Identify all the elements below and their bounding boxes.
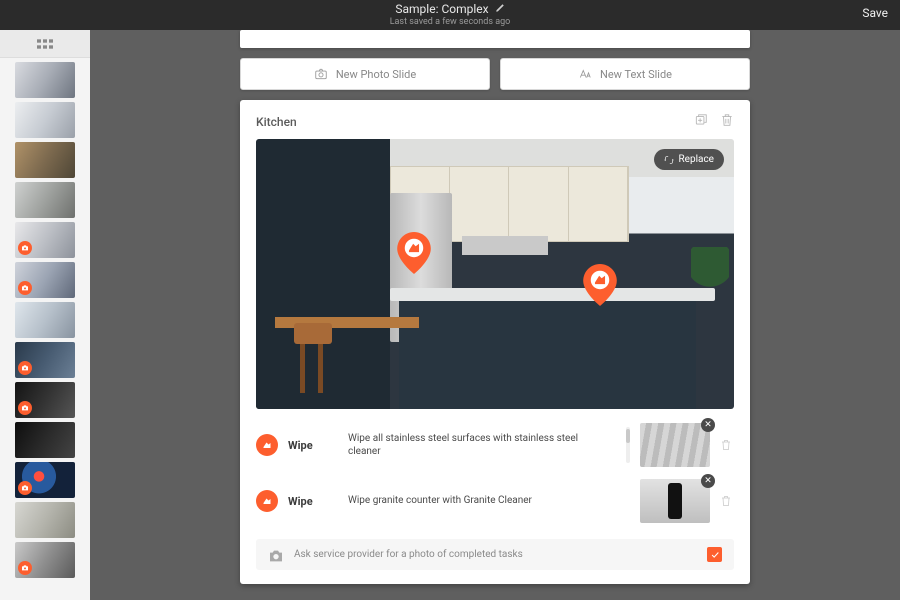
duplicate-slide-icon[interactable] — [694, 112, 708, 131]
scrollbar[interactable] — [626, 427, 630, 463]
pencil-icon[interactable] — [495, 2, 505, 16]
slide-title[interactable]: Kitchen — [256, 115, 297, 129]
thumbnail[interactable] — [15, 102, 75, 138]
replace-image-button[interactable]: Replace — [654, 149, 725, 170]
thumbnail[interactable] — [15, 342, 75, 378]
photo-request-label: Ask service provider for a photo of comp… — [294, 549, 697, 560]
replace-icon — [664, 155, 674, 165]
thumbnail[interactable] — [15, 462, 75, 498]
task-name: Wipe — [288, 439, 338, 452]
camera-badge-icon — [18, 481, 32, 495]
wipe-icon — [256, 434, 278, 456]
thumbnail-sidebar — [0, 30, 90, 600]
new-photo-slide-button[interactable]: New Photo Slide — [240, 58, 490, 90]
thumbnail[interactable] — [15, 382, 75, 418]
thumbnail-list — [7, 58, 83, 600]
task-row: Wipe Wipe granite counter with Granite Cl… — [256, 479, 734, 523]
camera-badge-icon — [18, 561, 32, 575]
remove-thumbnail-icon[interactable]: ✕ — [701, 418, 715, 432]
thumbnail[interactable] — [15, 302, 75, 338]
text-icon — [578, 67, 592, 81]
camera-badge-icon — [18, 241, 32, 255]
thumbnail[interactable] — [15, 422, 75, 458]
task-pin[interactable] — [583, 264, 617, 306]
camera-badge-icon — [18, 361, 32, 375]
slide-hero-image[interactable]: Replace — [256, 139, 734, 409]
task-name: Wipe — [288, 495, 338, 508]
previous-slide-peek — [240, 30, 750, 48]
editor-canvas: New Photo Slide New Text Slide Kitchen — [90, 30, 900, 600]
remove-thumbnail-icon[interactable]: ✕ — [701, 474, 715, 488]
wipe-icon — [256, 490, 278, 512]
task-thumbnail[interactable]: ✕ — [640, 423, 710, 467]
delete-task-icon[interactable] — [720, 436, 734, 455]
camera-icon — [268, 548, 284, 562]
save-status: Last saved a few seconds ago — [390, 17, 511, 28]
camera-icon — [314, 67, 328, 81]
slide-card: Kitchen — [240, 100, 750, 584]
task-row: Wipe Wipe all stainless steel surfaces wi… — [256, 423, 734, 467]
task-thumbnail[interactable]: ✕ — [640, 479, 710, 523]
new-text-slide-button[interactable]: New Text Slide — [500, 58, 750, 90]
thumbnail[interactable] — [15, 62, 75, 98]
document-title: Sample: Complex — [395, 2, 488, 16]
top-bar: Sample: Complex Last saved a few seconds… — [0, 0, 900, 30]
task-pin[interactable] — [397, 232, 431, 274]
thumbnail[interactable] — [15, 142, 75, 178]
task-list: Wipe Wipe all stainless steel surfaces wi… — [256, 423, 734, 523]
photo-request-row: Ask service provider for a photo of comp… — [256, 539, 734, 570]
thumbnail[interactable] — [15, 502, 75, 538]
main-area: New Photo Slide New Text Slide Kitchen — [0, 30, 900, 600]
thumbnail[interactable] — [15, 262, 75, 298]
task-description: Wipe all stainless steel surfaces with s… — [348, 432, 616, 459]
save-button[interactable]: Save — [862, 6, 888, 20]
delete-slide-icon[interactable] — [720, 112, 734, 131]
thumbnail[interactable] — [15, 222, 75, 258]
task-description: Wipe granite counter with Granite Cleane… — [348, 494, 616, 508]
new-slide-bar: New Photo Slide New Text Slide — [240, 58, 750, 90]
grid-view-toggle[interactable] — [0, 30, 90, 58]
thumbnail[interactable] — [15, 182, 75, 218]
delete-task-icon[interactable] — [720, 492, 734, 511]
camera-badge-icon — [18, 401, 32, 415]
thumbnail[interactable] — [15, 542, 75, 578]
camera-badge-icon — [18, 281, 32, 295]
photo-request-checkbox[interactable] — [707, 547, 722, 562]
